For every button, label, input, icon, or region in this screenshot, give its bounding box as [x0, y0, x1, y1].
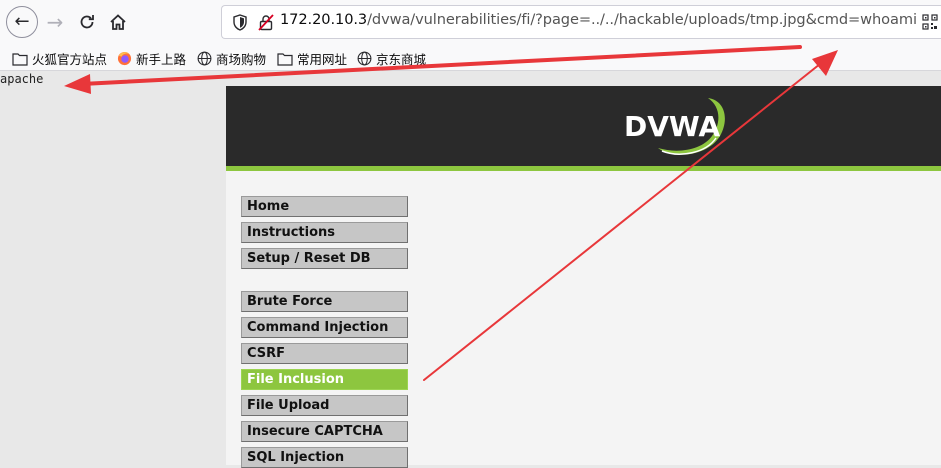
bookmark-item[interactable]: 常用网址: [277, 49, 347, 68]
menu-item-brute-force[interactable]: Brute Force: [241, 291, 408, 312]
menu-item-file-inclusion[interactable]: File Inclusion: [241, 369, 408, 390]
arrow-left-icon: ←: [14, 11, 30, 32]
menu-item-home[interactable]: Home: [241, 196, 408, 217]
bookmarks-toolbar: 火狐官方站点 新手上路 商场购物 常用网址 京东商城: [0, 44, 941, 71]
dvwa-header: DVWA: [226, 86, 941, 166]
home-button[interactable]: [104, 8, 132, 36]
dvwa-page: DVWA Home Instructions Setup / Reset DB …: [226, 86, 941, 468]
bookmark-label: 商场购物: [216, 52, 267, 67]
folder-icon: [12, 52, 28, 66]
address-bar[interactable]: 172.20.10.3/dvwa/vulnerabilities/fi/?pag…: [221, 5, 941, 39]
bookmark-label: 火狐官方站点: [32, 52, 108, 67]
menu-item-insecure-captcha[interactable]: Insecure CAPTCHA: [241, 421, 408, 442]
menu-item-command-injection[interactable]: Command Injection: [241, 317, 408, 338]
globe-icon: [197, 51, 212, 66]
folder-icon: [277, 52, 293, 66]
command-output: apache: [0, 72, 44, 86]
qr-code-icon[interactable]: [922, 14, 938, 30]
home-icon: [110, 14, 126, 30]
arrow-right-icon: →: [46, 10, 64, 34]
reload-icon: [80, 15, 94, 29]
bookmark-item[interactable]: 火狐官方站点: [12, 49, 107, 68]
bookmark-label: 常用网址: [297, 52, 348, 67]
firefox-icon: [117, 51, 132, 66]
bookmark-label: 新手上路: [136, 52, 187, 67]
url-text[interactable]: 172.20.10.3/dvwa/vulnerabilities/fi/?pag…: [280, 11, 917, 28]
menu-item-file-upload[interactable]: File Upload: [241, 395, 408, 416]
shield-icon[interactable]: [232, 14, 248, 31]
menu-item-csrf[interactable]: CSRF: [241, 343, 408, 364]
url-host: 172.20.10.3: [280, 11, 368, 28]
header-accent-bar: [226, 166, 941, 171]
dvwa-logo[interactable]: DVWA: [622, 96, 734, 158]
forward-button[interactable]: →: [41, 8, 69, 36]
bookmark-item[interactable]: 新手上路: [117, 49, 186, 68]
back-button[interactable]: ←: [6, 6, 38, 38]
logo-text: DVWA: [624, 110, 721, 143]
reload-button[interactable]: [73, 8, 101, 36]
globe-icon: [357, 51, 372, 66]
bookmark-item[interactable]: 商场购物: [197, 49, 266, 68]
browser-toolbar: ← → 172.20.10.3/dvwa/vulnerabilities/fi/…: [0, 0, 941, 44]
menu-item-instructions[interactable]: Instructions: [241, 222, 408, 243]
bookmark-label: 京东商城: [376, 52, 427, 67]
bookmark-item[interactable]: 京东商城: [357, 49, 426, 68]
insecure-lock-icon[interactable]: [258, 14, 274, 31]
menu-item-setup-reset-db[interactable]: Setup / Reset DB: [241, 248, 408, 269]
url-path: /dvwa/vulnerabilities/fi/?page=../../hac…: [367, 11, 917, 28]
